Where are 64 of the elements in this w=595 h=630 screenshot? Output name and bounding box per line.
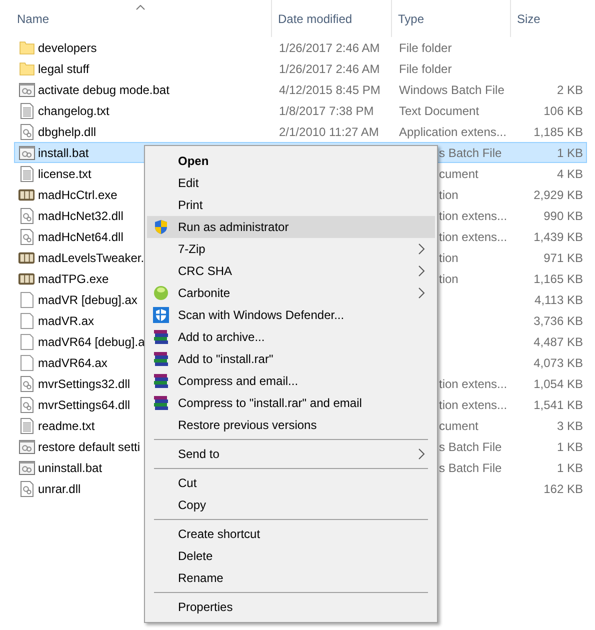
file-size: 4,113 KB <box>534 292 583 308</box>
file-name: unrar.dll <box>38 482 81 496</box>
file-type: tion extens... <box>439 398 508 412</box>
file-type: tion extens... <box>439 376 508 390</box>
date-modified: 2/1/2010 11:27 AM <box>279 124 379 138</box>
file-size: 990 KB <box>544 208 583 224</box>
file-name: install.bat <box>38 146 89 160</box>
file-type: File folder <box>399 40 452 54</box>
file-size: 4 KB <box>556 166 583 182</box>
file-name: mvrSettings64.dll <box>38 398 130 412</box>
file-name: mvrSettings32.dll <box>38 376 130 390</box>
file-name: changelog.txt <box>38 104 110 118</box>
file-type: tion extens... <box>439 208 508 222</box>
file-size: 1,185 KB <box>534 124 583 140</box>
file-name: license.txt <box>38 166 92 180</box>
file-size: 1,439 KB <box>534 228 583 246</box>
date-modified: 1/26/2017 2:46 AM <box>279 62 380 76</box>
file-type: Windows Batch File <box>399 82 504 96</box>
file-name: activate debug mode.bat <box>38 82 170 96</box>
file-name: dbghelp.dll <box>38 124 96 138</box>
file-name: madVR64.ax <box>38 356 108 370</box>
file-name: madHcNet32.dll <box>38 208 124 222</box>
file-size: 4,487 KB <box>534 334 583 350</box>
file-type: s Batch File <box>439 460 502 474</box>
file-size: 1,165 KB <box>534 270 583 288</box>
file-name: madVR [debug].ax <box>38 292 138 306</box>
file-size: 162 KB <box>544 480 583 498</box>
file-type: Text Document <box>399 104 480 118</box>
file-size: 1,541 KB <box>534 396 583 414</box>
file-name: madHcCtrl.exe <box>38 188 118 202</box>
file-type: tion <box>439 250 458 264</box>
date-modified: 1/8/2017 7:38 PM <box>279 104 374 118</box>
date-modified: 4/12/2015 8:45 PM <box>279 82 380 96</box>
file-name: madVR64 [debug].a <box>38 334 145 348</box>
file-size: 1 KB <box>556 460 583 476</box>
file-size: 3 KB <box>556 418 583 434</box>
file-name: madVR.ax <box>38 314 94 328</box>
file-name: legal stuff <box>38 62 90 76</box>
file-size: 1 KB <box>556 144 583 162</box>
file-type: tion <box>439 188 458 202</box>
file-size: 2,929 KB <box>534 186 583 204</box>
file-type: tion <box>439 272 458 286</box>
date-modified: 1/26/2017 2:46 AM <box>279 40 380 54</box>
file-name: restore default setti <box>38 440 140 454</box>
file-type: Application extens... <box>399 124 506 138</box>
file-type: cument <box>439 418 478 432</box>
file-type: tion extens... <box>439 230 508 244</box>
file-size: 971 KB <box>544 250 583 266</box>
file-size: 106 KB <box>544 102 583 120</box>
file-type: cument <box>439 166 478 180</box>
file-name: uninstall.bat <box>38 460 102 474</box>
file-size: 1,054 KB <box>534 376 583 392</box>
file-name: developers <box>38 40 97 54</box>
file-size: 2 KB <box>556 82 583 98</box>
file-type: s Batch File <box>439 440 502 454</box>
file-name: madLevelsTweaker. <box>38 250 144 264</box>
file-size: 3,736 KB <box>534 312 583 330</box>
file-type: File folder <box>399 62 452 76</box>
file-name: madTPG.exe <box>38 272 109 286</box>
file-name: madHcNet64.dll <box>38 230 124 244</box>
file-name: readme.txt <box>38 418 95 432</box>
file-size: 4,073 KB <box>534 354 583 372</box>
file-size: 1 KB <box>556 438 583 456</box>
file-type: s Batch File <box>439 146 502 160</box>
